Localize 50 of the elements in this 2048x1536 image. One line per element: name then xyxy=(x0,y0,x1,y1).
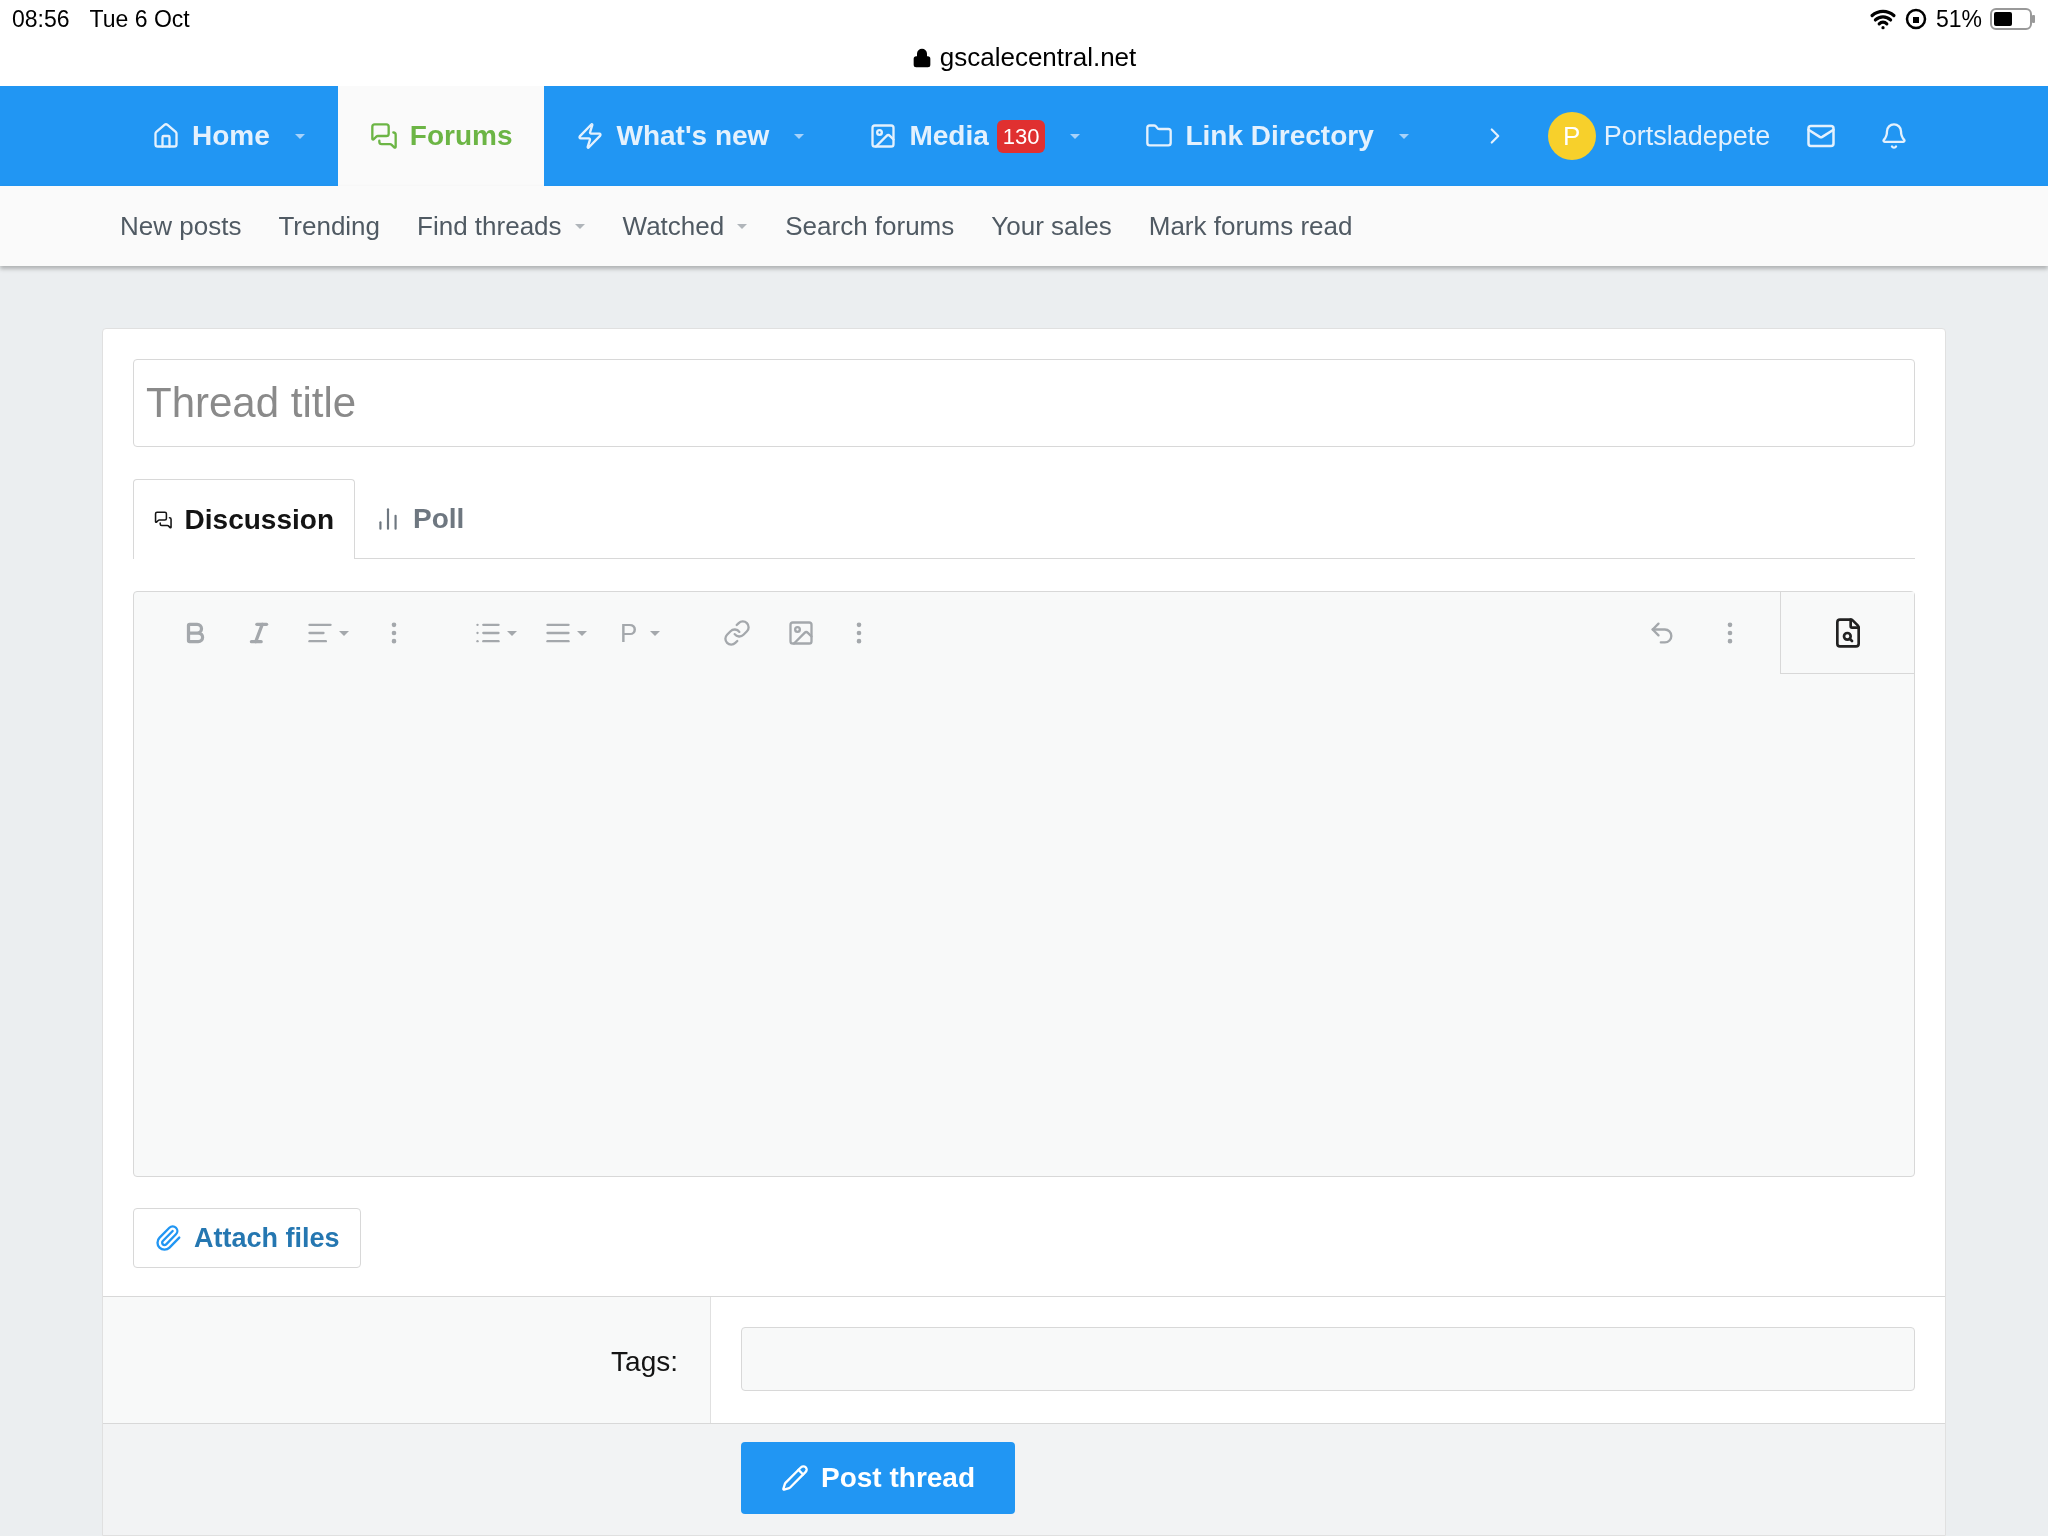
count-badge: 130 xyxy=(996,119,1046,153)
nav-label: Link Directory xyxy=(1185,119,1374,153)
subnav-link[interactable]: Mark forums read xyxy=(1148,206,1353,246)
battery-icon xyxy=(1990,7,2036,31)
battery-percentage: 51% xyxy=(1935,4,1982,34)
lock-icon xyxy=(911,47,932,68)
nav-icon xyxy=(576,122,605,150)
nav-icon xyxy=(1145,122,1174,150)
avatar: P xyxy=(1547,112,1596,160)
caret-icon xyxy=(649,629,662,637)
username: Portsladepete xyxy=(1603,119,1771,153)
nav-label: What's new xyxy=(616,119,770,153)
attach-files-button[interactable]: Attach files xyxy=(133,1208,361,1268)
nav-tab[interactable]: What's new xyxy=(544,86,838,186)
thread-title-field[interactable]: Thread title xyxy=(133,359,1915,447)
subnav-link[interactable]: New posts xyxy=(120,206,242,246)
preview-button[interactable] xyxy=(1780,592,1914,674)
link-icon[interactable] xyxy=(723,619,752,647)
clock-time: 08:56 xyxy=(12,4,70,34)
user-menu[interactable]: P Portsladepete xyxy=(1547,86,1771,186)
nav-label: Forums xyxy=(409,119,513,153)
caret-icon xyxy=(506,629,518,637)
nav-label: Home xyxy=(192,119,270,153)
bell-icon[interactable] xyxy=(1880,122,1909,150)
nav-tab[interactable]: Media 130 xyxy=(837,86,1114,186)
nav-tab[interactable]: Link Directory xyxy=(1113,86,1442,186)
subnav-link[interactable]: Search forums xyxy=(785,206,955,246)
subnav-link[interactable]: Find threads xyxy=(417,206,586,246)
tags-label: Tags: xyxy=(611,1345,678,1379)
nav-tab[interactable]: Forums xyxy=(337,86,545,186)
caret-icon xyxy=(576,629,588,637)
editor-tab[interactable]: Discussion xyxy=(133,479,355,559)
paperclip-icon xyxy=(154,1224,182,1252)
editor-tab[interactable]: Poll xyxy=(355,479,577,558)
subnav-link[interactable]: Watched xyxy=(622,206,749,246)
nav-icon xyxy=(152,122,180,150)
pencil-icon xyxy=(781,1464,809,1492)
post-thread-button[interactable]: Post thread xyxy=(741,1442,1016,1514)
url-text: gscalecentral.net xyxy=(939,41,1137,74)
tags-field[interactable] xyxy=(741,1327,1915,1391)
rotation-lock-icon xyxy=(1903,7,1928,31)
caret-icon xyxy=(338,629,350,637)
nav-icon xyxy=(869,122,898,150)
subnav-link[interactable]: Trending xyxy=(278,206,381,246)
subnav-link[interactable]: Your sales xyxy=(991,206,1112,246)
status-date: Tue 6 Oct xyxy=(89,4,190,34)
nav-icon xyxy=(369,122,398,150)
nav-tab[interactable]: Home xyxy=(120,86,338,186)
nav-label: Media xyxy=(909,119,989,153)
image-icon[interactable] xyxy=(787,619,816,647)
